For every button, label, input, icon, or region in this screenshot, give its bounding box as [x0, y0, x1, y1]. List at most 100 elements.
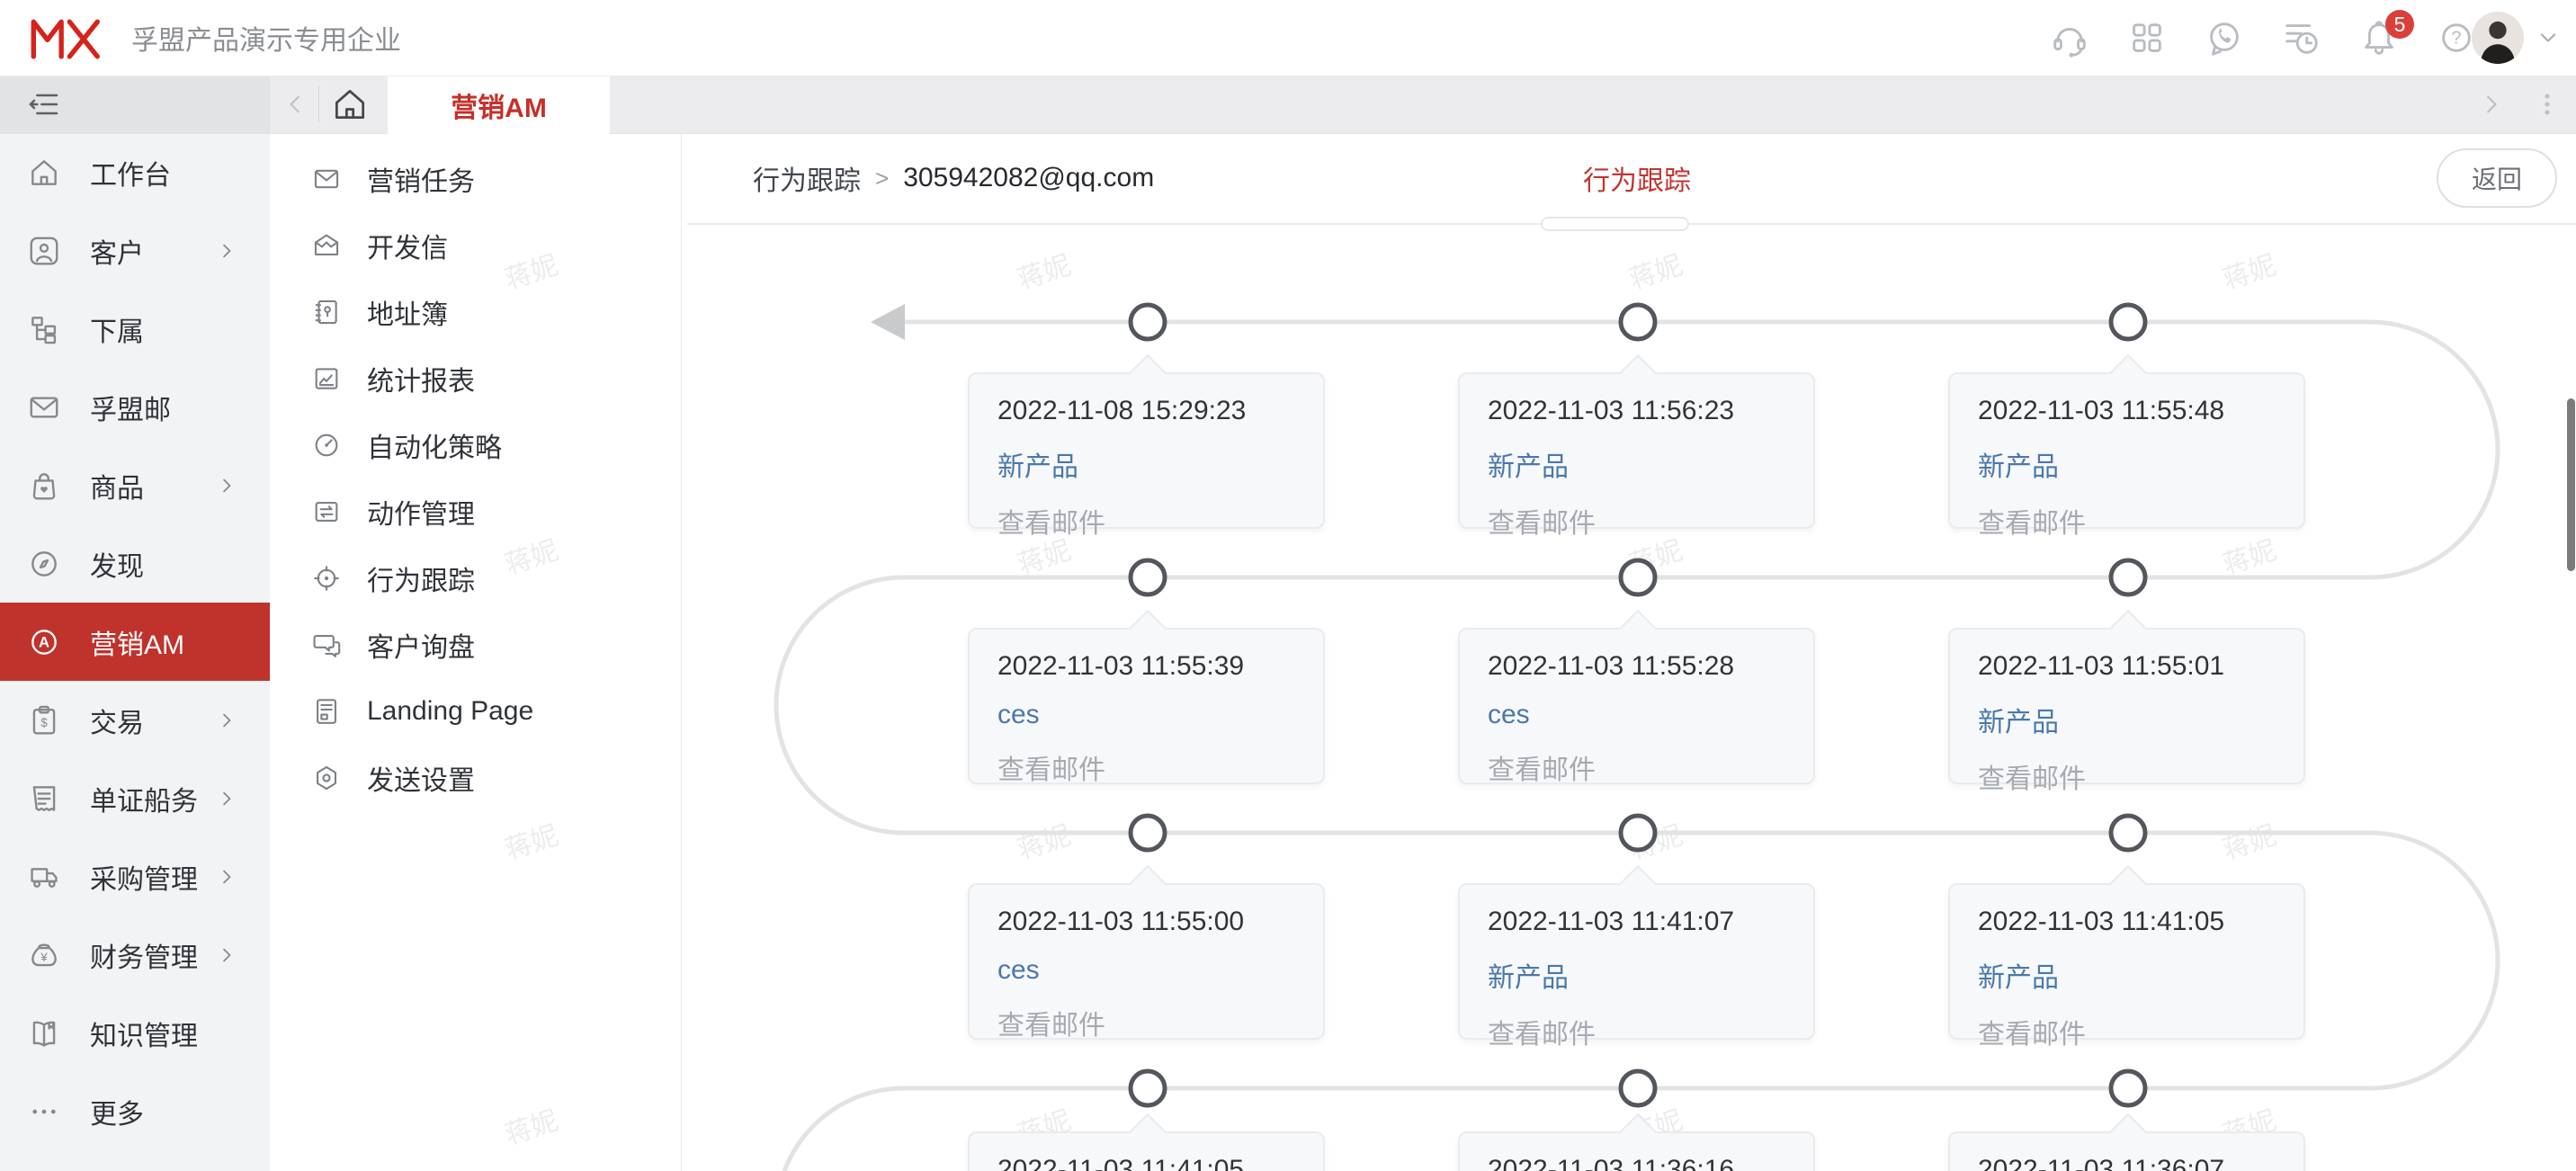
view-email-link[interactable]: 查看邮件 — [1488, 501, 1813, 541]
submenu-item-addrbook[interactable]: 地址簿 — [270, 279, 681, 345]
timeline-node — [2108, 558, 2148, 597]
sidebar-item-book[interactable]: 知识管理 — [0, 994, 270, 1072]
submenu-item-label: 统计报表 — [367, 367, 475, 397]
timeline-node — [1128, 302, 1167, 342]
submenu-item-hex[interactable]: 发送设置 — [270, 745, 681, 811]
event-subject-link[interactable]: 新产品 — [1978, 955, 2303, 995]
support-headset-icon[interactable] — [2049, 17, 2090, 58]
event-timestamp: 2022-11-03 11:55:01 — [1978, 651, 2225, 681]
event-subject-link[interactable]: 新产品 — [997, 444, 1323, 484]
action-icon — [311, 496, 342, 527]
timeline-node — [2108, 302, 2148, 342]
event-card: 2022-11-03 11:41:07 新产品查看邮件 — [1458, 864, 1815, 1050]
view-email-link[interactable]: 查看邮件 — [1978, 501, 2303, 541]
event-timestamp: 2022-11-03 11:41:07 — [1488, 907, 1735, 936]
collapse-sidebar-icon[interactable] — [25, 86, 61, 122]
event-subject-link[interactable]: ces — [1488, 700, 1813, 730]
event-card: 2022-11-03 11:41:05 新产品 查看邮件 — [1948, 864, 2305, 1050]
submenu-item-gauge[interactable]: 自动化策略 — [270, 412, 681, 478]
sidebar-item-dots[interactable]: 更多 — [0, 1072, 270, 1150]
sidebar-item-label: 孚盟邮 — [90, 395, 171, 425]
sidebar-item-mail[interactable]: 孚盟邮 — [0, 368, 270, 446]
event-card: 2022-11-03 11:55:01 新产品查看邮件 — [1948, 609, 2305, 794]
sidebar-item-moneybag[interactable]: 财务管理 — [0, 916, 270, 994]
tab-nav-left — [279, 76, 370, 133]
whatsapp-icon[interactable] — [2204, 17, 2245, 58]
sidebar-item-clip[interactable]: 交易 — [0, 681, 270, 759]
home-icon — [27, 156, 61, 190]
submenu-item-label: 行为跟踪 — [367, 567, 475, 596]
submenu-item-label: 地址簿 — [367, 300, 448, 330]
home-tab-icon[interactable] — [330, 85, 370, 124]
sidebar-item-home[interactable]: 工作台 — [0, 133, 270, 211]
sidebar-item-bag[interactable]: 商品 — [0, 446, 270, 524]
submenu-item-label: 动作管理 — [367, 500, 475, 530]
notification-badge: 5 — [2385, 10, 2414, 39]
submenu-item-chat[interactable]: 客户询盘 — [270, 612, 681, 678]
event-timestamp: 2022-11-08 15:29:23 — [997, 396, 1247, 425]
event-subject-link[interactable]: 新产品 — [1978, 444, 2303, 484]
sidebar-item-label: 客户 — [90, 238, 144, 269]
sidebar-item-compass[interactable]: 发现 — [0, 524, 270, 603]
event-timestamp: 2022-11-03 11:36:16 — [1488, 1155, 1735, 1171]
event-timestamp: 2022-11-03 11:56:23 — [1488, 396, 1735, 425]
notification-bell-icon[interactable]: 5 — [2358, 10, 2414, 58]
hex-icon — [311, 763, 342, 793]
task-history-icon[interactable] — [2281, 17, 2322, 58]
view-email-link[interactable]: 查看邮件 — [997, 747, 1323, 787]
submenu-item-landing[interactable]: Landing Page — [270, 678, 681, 745]
event-card: 2022-11-03 11:41:05 — [968, 1113, 1325, 1171]
am-icon — [27, 625, 61, 659]
submenu-item-mailopen[interactable]: 开发信 — [270, 212, 681, 279]
submenu-item-action[interactable]: 动作管理 — [270, 478, 681, 545]
sidebar-item-truck[interactable]: 采购管理 — [0, 837, 270, 916]
vertical-scrollbar-thumb[interactable] — [2567, 398, 2575, 571]
submenu-item-label: Landing Page — [367, 696, 534, 726]
timeline-node — [2108, 813, 2148, 853]
chevron-right-icon — [214, 786, 239, 811]
user-menu[interactable] — [2472, 0, 2563, 76]
mailopen-icon — [311, 230, 342, 261]
submenu-item-mail2[interactable]: 营销任务 — [270, 146, 681, 212]
sidebar-item-label: 知识管理 — [90, 1021, 198, 1051]
event-subject-link[interactable]: ces — [997, 700, 1323, 730]
submenu-item-chart[interactable]: 统计报表 — [270, 345, 681, 412]
apps-grid-icon[interactable] — [2126, 17, 2168, 58]
chevron-down-icon[interactable] — [2533, 22, 2563, 53]
sidebar-item-org[interactable]: 下属 — [0, 290, 270, 368]
support-headset-icon — [2049, 17, 2090, 58]
event-subject-link[interactable]: ces — [997, 955, 1323, 986]
book-icon — [27, 1016, 61, 1050]
view-email-link[interactable]: 查看邮件 — [997, 1003, 1323, 1042]
moneybag-icon — [27, 938, 61, 972]
tab-marketing-am[interactable]: 营销AM — [388, 76, 610, 134]
tab-options-kebab-icon[interactable] — [2531, 88, 2563, 121]
event-subject-link[interactable]: 新产品 — [1488, 444, 1813, 484]
event-subject-link[interactable]: 新产品 — [1488, 955, 1813, 995]
sidebar-item-label: 单证船务 — [90, 786, 198, 817]
user-icon — [27, 234, 61, 268]
event-subject-link[interactable]: 新产品 — [1978, 700, 2303, 739]
sidebar-item-user[interactable]: 客户 — [0, 211, 270, 290]
mail-icon — [27, 390, 61, 425]
event-timestamp: 2022-11-03 11:55:39 — [997, 651, 1245, 681]
timeline-node — [1128, 813, 1167, 853]
tabs-scroll-left-icon[interactable] — [279, 88, 311, 121]
view-email-link[interactable]: 查看邮件 — [1978, 756, 2303, 796]
submenu-item-target[interactable]: 行为跟踪 — [270, 545, 681, 612]
avatar[interactable] — [2472, 12, 2524, 64]
view-email-link[interactable]: 查看邮件 — [1488, 1012, 1813, 1051]
marketing-submenu: 营销任务 开发信地址簿统计报表自动化策略动作管理行为跟踪客户询盘 Landing P… — [270, 133, 682, 1171]
sidebar-item-label: 财务管理 — [90, 943, 198, 973]
tabs-scroll-right-icon[interactable] — [2475, 88, 2508, 121]
sidebar-item-am[interactable]: 营销AM — [0, 603, 270, 681]
tab-nav-right — [2475, 76, 2563, 133]
submenu-item-label: 客户询盘 — [367, 633, 475, 663]
view-email-link[interactable]: 查看邮件 — [1488, 747, 1813, 787]
sidebar-item-label: 工作台 — [90, 160, 171, 191]
active-tab-indicator — [1541, 217, 1689, 231]
dots-icon — [27, 1095, 61, 1129]
sidebar-item-receipt[interactable]: 单证船务 — [0, 759, 270, 837]
view-email-link[interactable]: 查看邮件 — [997, 501, 1323, 541]
view-email-link[interactable]: 查看邮件 — [1978, 1012, 2303, 1051]
